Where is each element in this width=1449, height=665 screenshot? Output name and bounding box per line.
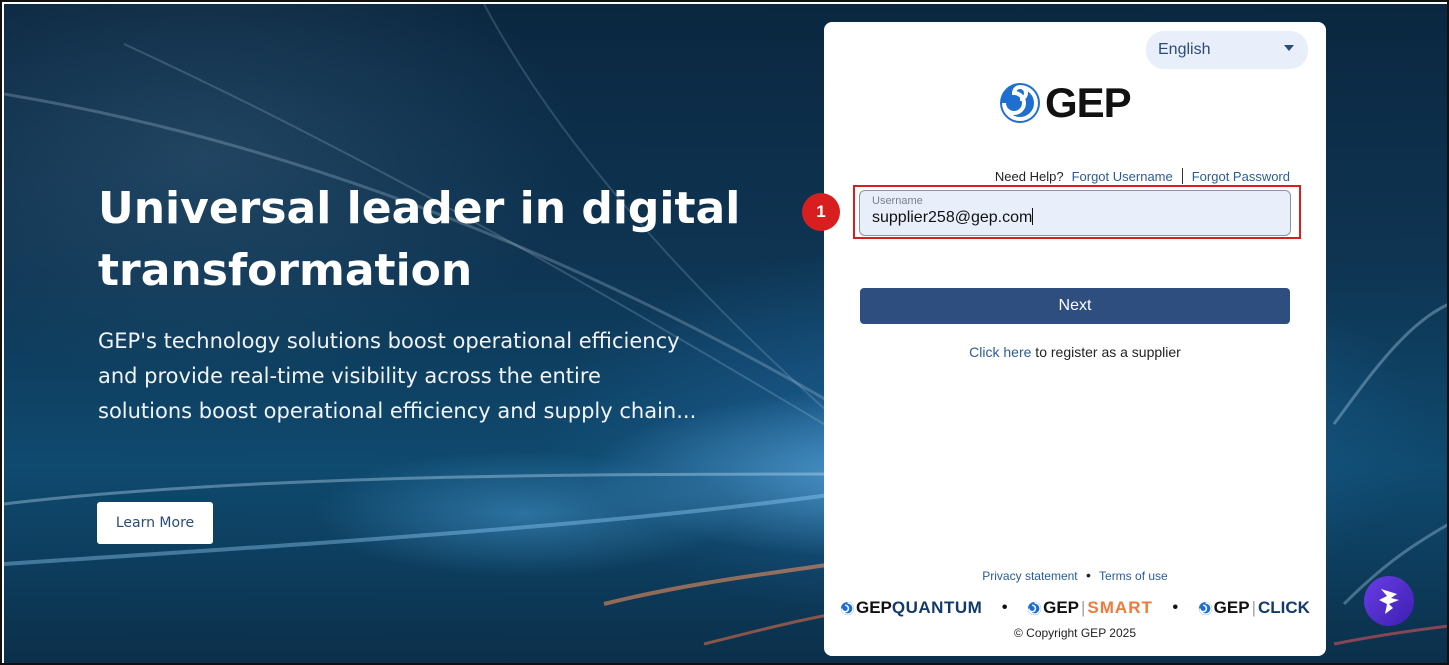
next-button[interactable]: Next — [860, 288, 1290, 324]
gep-swirl-icon — [1028, 601, 1042, 615]
brand-pipe: | — [1251, 598, 1256, 617]
divider — [1181, 168, 1183, 184]
gep-logo: GEP — [998, 79, 1158, 126]
username-field[interactable]: Username supplier258@gep.com — [859, 190, 1291, 236]
brand-gep-text: GEP — [1213, 598, 1250, 617]
gep-logo-text: GEP — [1045, 79, 1132, 126]
assistant-icon[interactable] — [1364, 576, 1414, 626]
register-link[interactable]: Click here — [969, 344, 1031, 360]
language-select-value: English — [1158, 41, 1211, 58]
hero-description: GEP's technology solutions boost operati… — [98, 329, 697, 423]
login-panel: English GEP Need Help? Forgot Username F… — [824, 22, 1326, 656]
bullet-separator: • — [1172, 599, 1179, 616]
gep-swirl-icon — [1000, 83, 1040, 123]
assistant-bird-icon — [1379, 589, 1399, 614]
username-value: supplier258@gep.com — [872, 209, 1033, 226]
register-text: to register as a supplier — [1031, 344, 1181, 360]
gep-swirl-icon — [1198, 601, 1212, 615]
gep-smart-logo: GEP | SMART — [1027, 598, 1153, 618]
product-brands: GEP QUANTUM • GEP | SMART • GEP | CLICK — [840, 598, 1310, 618]
help-row: Need Help? Forgot Username Forgot Passwo… — [824, 168, 1290, 184]
brand-smart-text: SMART — [1087, 598, 1153, 617]
brand-pipe: | — [1081, 598, 1086, 617]
caret-down-icon — [1284, 45, 1294, 51]
language-select[interactable]: English — [1146, 31, 1308, 69]
brand-gep-text: GEP — [856, 598, 892, 617]
need-help-text: Need Help? — [994, 168, 1064, 184]
privacy-statement-link[interactable]: Privacy statement — [982, 569, 1077, 583]
brand-gep-text: GEP — [1043, 598, 1079, 617]
forgot-username-link[interactable]: Forgot Username — [1072, 169, 1173, 184]
gep-click-logo: GEP | CLICK — [1198, 598, 1310, 618]
dot-separator: • — [1085, 567, 1091, 583]
terms-of-use-link[interactable]: Terms of use — [1099, 569, 1168, 583]
text-cursor — [1032, 208, 1034, 225]
hero-title: Universal leader in digital transformati… — [98, 183, 741, 296]
brand-quantum-text: QUANTUM — [891, 598, 983, 617]
register-row: Click here to register as a supplier — [824, 344, 1326, 360]
username-label: Username — [872, 195, 923, 207]
brand-click-text: CLICK — [1258, 598, 1310, 617]
forgot-password-link[interactable]: Forgot Password — [1192, 169, 1290, 184]
footer-links: Privacy statement • Terms of use — [824, 567, 1326, 583]
bullet-separator: • — [1001, 599, 1008, 616]
username-input[interactable]: supplier258@gep.com — [872, 208, 1278, 228]
learn-more-button[interactable]: Learn More — [97, 502, 213, 544]
gep-quantum-logo: GEP QUANTUM — [840, 598, 982, 618]
copyright-text: © Copyright GEP 2025 — [1013, 626, 1137, 640]
step-number-badge: 1 — [802, 193, 840, 231]
gep-swirl-icon — [840, 601, 855, 615]
